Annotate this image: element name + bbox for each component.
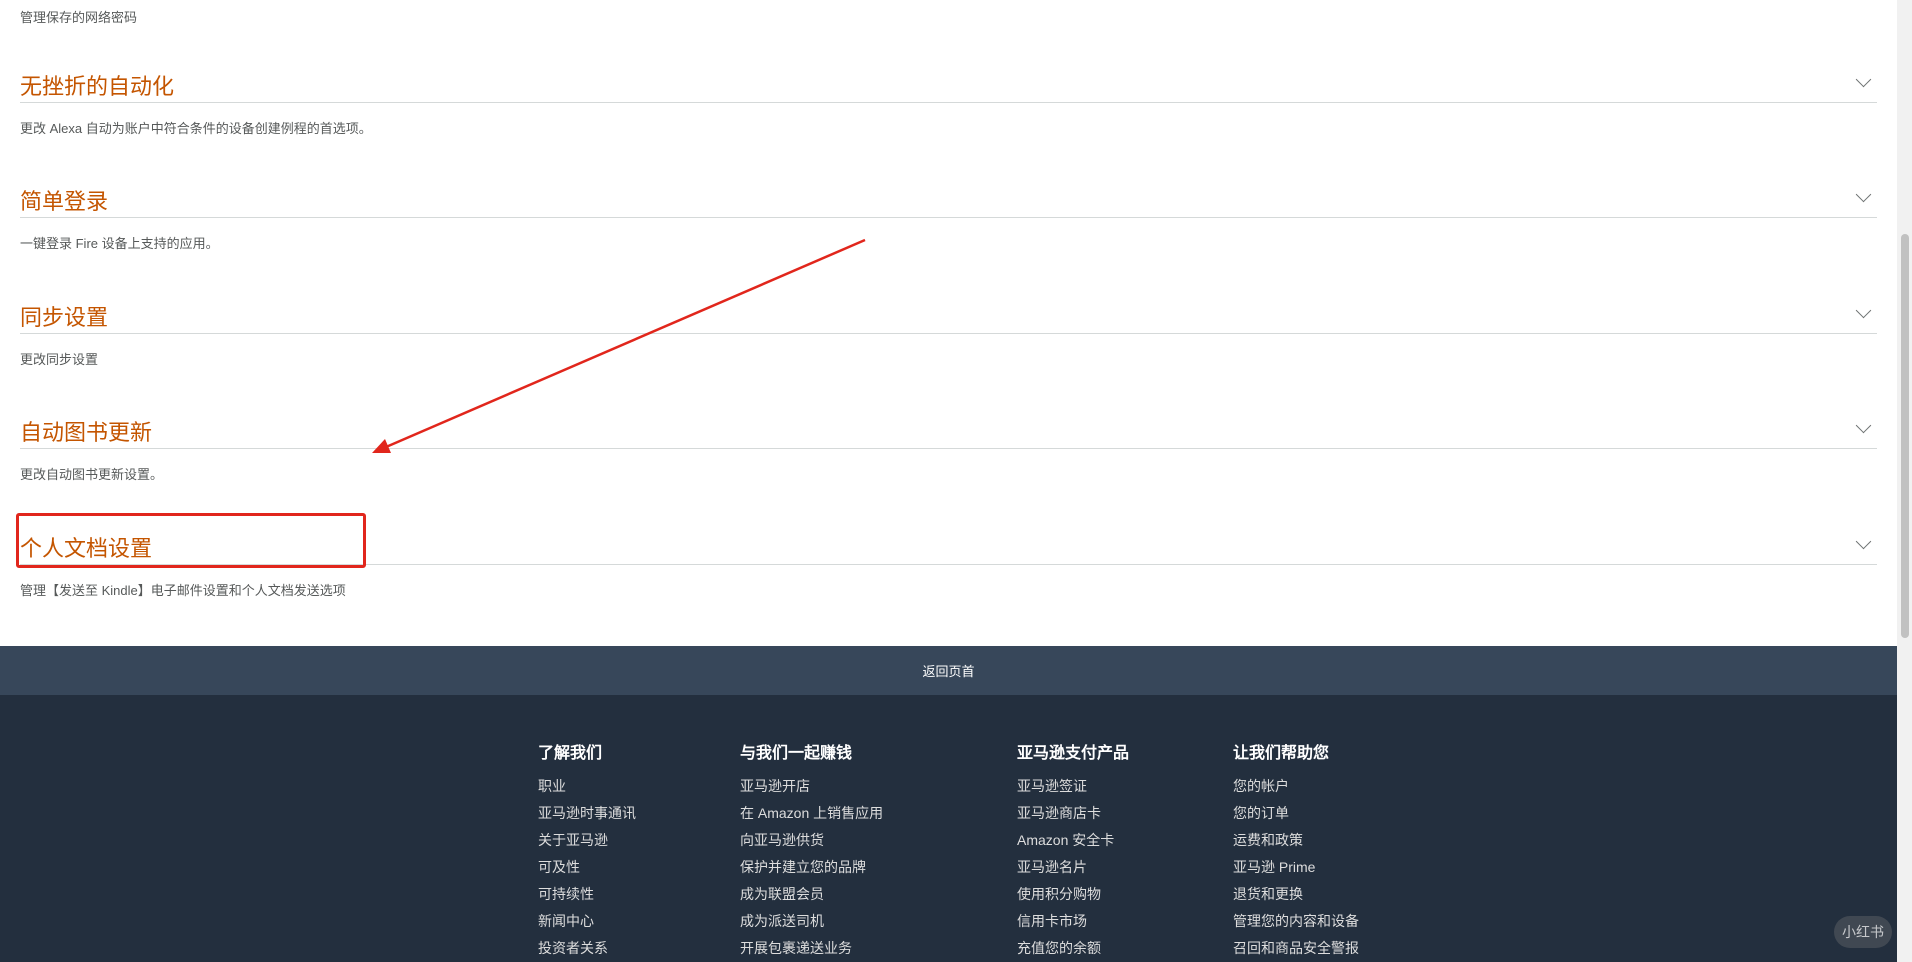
footer-link[interactable]: 亚马逊商店卡	[1017, 800, 1129, 827]
section-title: 简单登录	[20, 190, 109, 215]
footer-column-help: 让我们帮助您 您的帐户 您的订单 运费和政策 亚马逊 Prime 退货和更换 管…	[1233, 739, 1359, 962]
footer-link[interactable]: 成为派送司机	[740, 908, 883, 935]
vertical-scrollbar[interactable]	[1897, 0, 1912, 962]
chevron-down-icon[interactable]	[1855, 302, 1872, 319]
footer-link[interactable]: 亚马逊名片	[1017, 854, 1129, 881]
chevron-down-icon[interactable]	[1855, 186, 1872, 203]
footer-heading: 与我们一起赚钱	[740, 745, 853, 762]
section-title: 同步设置	[20, 306, 109, 331]
section-header[interactable]: 自动图书更新	[20, 408, 1877, 449]
footer-link[interactable]: 信用卡市场	[1017, 908, 1129, 935]
section-description: 更改自动图书更新设置。	[20, 467, 164, 482]
scrollbar-thumb[interactable]	[1901, 234, 1909, 638]
footer-link[interactable]: 成为联盟会员	[740, 881, 883, 908]
footer-link[interactable]: 向亚马逊供货	[740, 827, 883, 854]
footer-link[interactable]: 亚马逊开店	[740, 773, 883, 800]
footer-link[interactable]: 关于亚马逊	[538, 827, 636, 854]
footer-column-about: 了解我们 职业 亚马逊时事通讯 关于亚马逊 可及性 可持续性 新闻中心 投资者关…	[538, 739, 636, 962]
section-description: 更改 Alexa 自动为账户中符合条件的设备创建例程的首选项。	[20, 121, 372, 136]
footer-link[interactable]: 职业	[538, 773, 636, 800]
section-description: 管理【发送至 Kindle】电子邮件设置和个人文档发送选项	[20, 583, 346, 598]
footer-link[interactable]: 可持续性	[538, 881, 636, 908]
section-auto-book-update: 自动图书更新 更改自动图书更新设置。	[20, 408, 1877, 482]
footer-link[interactable]: 保护并建立您的品牌	[740, 854, 883, 881]
footer-link[interactable]: Amazon 安全卡	[1017, 827, 1129, 854]
footer-link[interactable]: 在 Amazon 上销售应用	[740, 800, 883, 827]
section-title: 无挫折的自动化	[20, 75, 175, 100]
section-description: 一键登录 Fire 设备上支持的应用。	[20, 236, 219, 251]
footer-link[interactable]: 退货和更换	[1233, 881, 1359, 908]
settings-page: 管理保存的网络密码 无挫折的自动化 更改 Alexa 自动为账户中符合条件的设备…	[0, 0, 1897, 962]
footer-heading: 了解我们	[538, 745, 603, 762]
footer-column-earn: 与我们一起赚钱 亚马逊开店 在 Amazon 上销售应用 向亚马逊供货 保护并建…	[740, 739, 883, 962]
section-header[interactable]: 简单登录	[20, 177, 1877, 218]
chevron-down-icon[interactable]	[1855, 71, 1872, 88]
footer-link[interactable]: 开展包裹递送业务	[740, 935, 883, 962]
chevron-down-icon[interactable]	[1855, 533, 1872, 550]
footer-link[interactable]: 新闻中心	[538, 908, 636, 935]
footer-link[interactable]: 亚马逊时事通讯	[538, 800, 636, 827]
footer-link[interactable]: 运费和政策	[1233, 827, 1359, 854]
footer-link[interactable]: 亚马逊签证	[1017, 773, 1129, 800]
password-section-description: 管理保存的网络密码	[20, 10, 138, 25]
footer: 了解我们 职业 亚马逊时事通讯 关于亚马逊 可及性 可持续性 新闻中心 投资者关…	[0, 695, 1897, 962]
footer-heading: 亚马逊支付产品	[1017, 745, 1130, 762]
back-to-top-button[interactable]: 返回页首	[0, 646, 1897, 695]
section-frustration-free-automation: 无挫折的自动化 更改 Alexa 自动为账户中符合条件的设备创建例程的首选项。	[20, 62, 1877, 136]
footer-link[interactable]: 投资者关系	[538, 935, 636, 962]
footer-link[interactable]: 亚马逊 Prime	[1233, 854, 1359, 881]
section-header[interactable]: 同步设置	[20, 293, 1877, 334]
footer-link[interactable]: 充值您的余额	[1017, 935, 1129, 962]
annotation-highlight-box	[16, 513, 366, 568]
footer-link[interactable]: 召回和商品安全警报	[1233, 935, 1359, 962]
section-header[interactable]: 无挫折的自动化	[20, 62, 1877, 103]
chevron-down-icon[interactable]	[1855, 417, 1872, 434]
footer-link[interactable]: 您的订单	[1233, 800, 1359, 827]
footer-link[interactable]: 管理您的内容和设备	[1233, 908, 1359, 935]
footer-link[interactable]: 使用积分购物	[1017, 881, 1129, 908]
section-simple-login: 简单登录 一键登录 Fire 设备上支持的应用。	[20, 177, 1877, 251]
section-description: 更改同步设置	[20, 352, 99, 367]
footer-heading: 让我们帮助您	[1233, 745, 1330, 762]
footer-link[interactable]: 可及性	[538, 854, 636, 881]
footer-link[interactable]: 您的帐户	[1233, 773, 1359, 800]
section-sync-settings: 同步设置 更改同步设置	[20, 293, 1877, 367]
footer-column-payment: 亚马逊支付产品 亚马逊签证 亚马逊商店卡 Amazon 安全卡 亚马逊名片 使用…	[1017, 739, 1129, 962]
watermark: 小红书	[1834, 916, 1892, 948]
section-title: 自动图书更新	[20, 421, 153, 446]
